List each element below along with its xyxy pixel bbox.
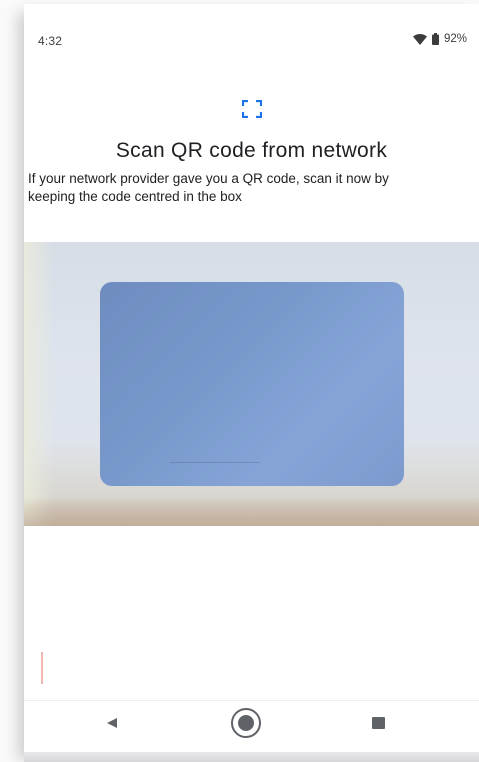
- status-time: 4:32: [38, 34, 63, 48]
- back-triangle-icon[interactable]: [100, 711, 124, 735]
- qr-scan-frame-icon: [24, 100, 479, 118]
- edge-mark: [41, 652, 43, 684]
- battery-icon: [431, 33, 439, 45]
- status-bar: 4:32 92%: [24, 4, 479, 74]
- qr-scan-box: [100, 282, 404, 486]
- navigation-bar: [24, 700, 479, 752]
- page-description: If your network provider gave you a QR c…: [28, 171, 389, 204]
- recents-square-icon[interactable]: [366, 711, 390, 735]
- device-frame: 4:32 92% Scan QR code from network If yo…: [0, 0, 479, 762]
- phone-screen: 4:32 92% Scan QR code from network If yo…: [24, 4, 479, 752]
- battery-percent: 92%: [443, 33, 467, 45]
- wifi-icon: [412, 33, 427, 45]
- device-bottom-edge: [24, 752, 479, 762]
- page-title: Scan QR code from network: [115, 139, 388, 162]
- scan-box-shadow-line: [170, 462, 260, 463]
- bottom-empty-area: [24, 526, 479, 700]
- camera-preview: [24, 242, 479, 526]
- status-indicators: 92%: [412, 33, 467, 45]
- home-circle-icon[interactable]: [228, 705, 264, 741]
